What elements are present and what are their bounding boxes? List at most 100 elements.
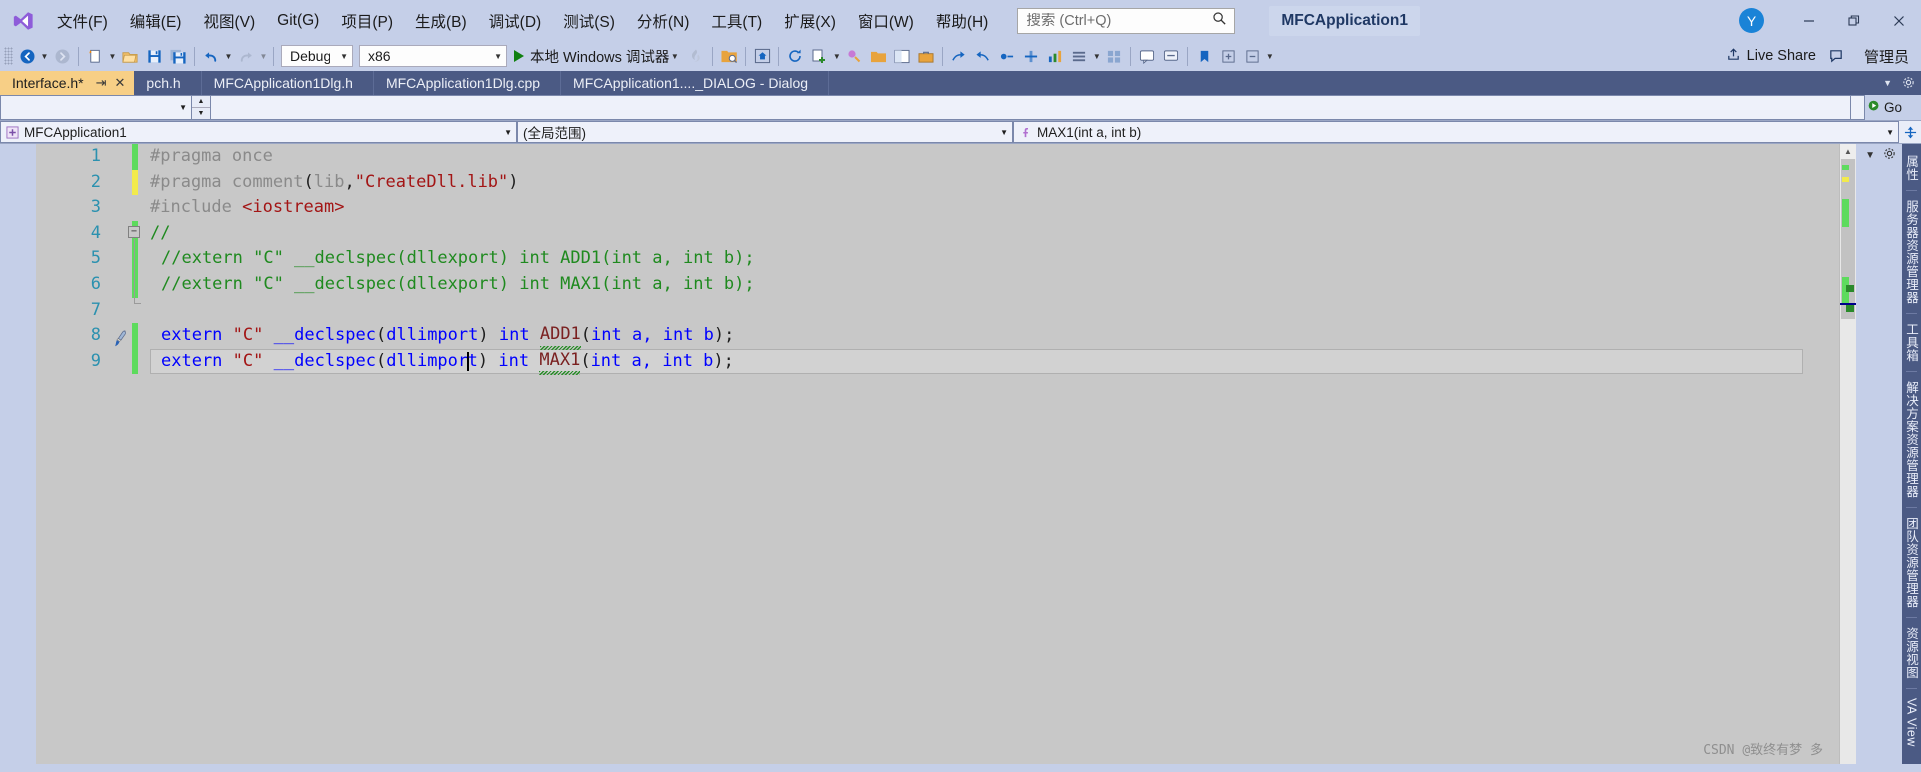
tab-interface-h[interactable]: Interface.h* ⇥ ✕ (0, 71, 135, 95)
new-file-button[interactable] (83, 44, 107, 68)
code-text-area[interactable]: − #pragma once #pragma comment(lib, "Crea… (128, 144, 1839, 764)
hot-reload-button[interactable] (684, 44, 708, 68)
chart-icon[interactable] (1043, 44, 1067, 68)
toolbar-grip[interactable] (4, 47, 13, 65)
rail-item-properties[interactable]: 属性 (1902, 148, 1921, 188)
code-editor[interactable]: 1 2 3 4 5 6 7 8 9 − #pragma once #pragma… (36, 144, 1856, 764)
scope-combo[interactable]: (全局范围) ▼ (517, 121, 1013, 143)
menu-help[interactable]: 帮助(H) (925, 6, 1000, 36)
search-input[interactable] (1026, 12, 1213, 29)
navbar-split-icon[interactable] (1899, 121, 1921, 143)
tab-pch-h[interactable]: pch.h (134, 71, 202, 95)
rail-item-va-view[interactable]: VA View (1905, 691, 1919, 754)
pin-icon[interactable]: ⇥ (92, 75, 111, 91)
redo-caret-icon[interactable]: ▼ (258, 52, 269, 61)
add-item-icon[interactable] (807, 44, 831, 68)
save-all-button[interactable] (166, 44, 190, 68)
tab-mfcapplication1-dialog[interactable]: MFCApplication1...._DIALOG - Dialog (561, 71, 830, 95)
tab-mfcapplication1dlg-cpp[interactable]: MFCApplication1Dlg.cpp (373, 71, 562, 95)
editor-overflow-chevron-icon[interactable]: ▼ (1865, 150, 1875, 161)
search-solution-explorer-button[interactable] (717, 44, 741, 68)
tab-mfcapplication1dlg-h[interactable]: MFCApplication1Dlg.h (201, 71, 374, 95)
tab-list-chevron-icon[interactable]: ▼ (1883, 78, 1892, 88)
list-caret-icon[interactable]: ▼ (1091, 52, 1102, 61)
rail-item-resource-view[interactable]: 资源视图 (1902, 620, 1921, 686)
new-file-caret-icon[interactable]: ▼ (107, 52, 118, 61)
restore-button[interactable] (1831, 0, 1876, 41)
minimize-button[interactable] (1786, 0, 1831, 41)
rail-item-solution-explorer[interactable]: 解决方案资源管理器 (1902, 374, 1921, 505)
menu-edit[interactable]: 编辑(E) (119, 6, 193, 36)
step-icon-4[interactable] (1019, 44, 1043, 68)
editor-settings-gear-icon[interactable] (1883, 147, 1896, 163)
home-view-button[interactable] (750, 44, 774, 68)
menu-git[interactable]: Git(G) (266, 8, 330, 34)
comment-icon[interactable] (1135, 44, 1159, 68)
code-token-arg-b: int b (662, 350, 714, 371)
bookmark-icon[interactable] (1192, 44, 1216, 68)
avatar[interactable]: Y (1739, 8, 1764, 33)
undo-caret-icon[interactable]: ▼ (223, 52, 234, 61)
start-debugging-caret-icon[interactable]: ▼ (669, 52, 680, 61)
menu-file[interactable]: 文件(F) (46, 6, 119, 36)
outlining-margin[interactable]: − (128, 226, 142, 304)
menu-build[interactable]: 生成(B) (404, 6, 478, 36)
list-icon[interactable] (1067, 44, 1091, 68)
start-debugging-button[interactable]: 本地 Windows 调试器 ▼ (510, 44, 684, 68)
close-button[interactable] (1876, 0, 1921, 41)
search-box[interactable] (1017, 7, 1236, 34)
toolbox-icon[interactable] (914, 44, 938, 68)
save-button[interactable] (142, 44, 166, 68)
rail-item-team-explorer[interactable]: 团队资源管理器 (1902, 510, 1921, 615)
va-refactor-brush-icon[interactable] (110, 329, 130, 353)
live-share-button[interactable]: Live Share (1718, 47, 1824, 66)
open-folder-icon[interactable] (866, 44, 890, 68)
solution-configuration-combo[interactable]: Debug ▼ (281, 45, 353, 67)
va-spinner[interactable]: ▲ ▼ (192, 95, 211, 120)
step-icon-3[interactable] (995, 44, 1019, 68)
solution-platform-combo[interactable]: x86 ▼ (359, 45, 507, 67)
menu-extensions[interactable]: 扩展(X) (773, 6, 847, 36)
menu-analyze[interactable]: 分析(N) (626, 6, 701, 36)
menu-view[interactable]: 视图(V) (192, 6, 266, 36)
va-find-input[interactable] (211, 95, 1851, 120)
redo-button[interactable] (234, 44, 258, 68)
open-file-button[interactable] (118, 44, 142, 68)
scrollbar-track[interactable] (1840, 159, 1856, 764)
menu-project[interactable]: 项目(P) (330, 6, 404, 36)
member-combo[interactable]: MAX1(int a, int b) ▼ (1013, 121, 1899, 143)
scroll-up-arrow-icon[interactable]: ▲ (1840, 144, 1856, 159)
menu-tools[interactable]: 工具(T) (700, 6, 773, 36)
spinner-down-icon[interactable]: ▼ (192, 108, 210, 119)
rail-item-server-explorer[interactable]: 服务器资源管理器 (1902, 193, 1921, 311)
class-wizard-icon[interactable] (842, 44, 866, 68)
collapse-icon[interactable] (1240, 44, 1264, 68)
menu-debug[interactable]: 调试(D) (478, 6, 553, 36)
close-icon[interactable]: ✕ (111, 75, 130, 91)
va-go-button[interactable]: Go (1865, 95, 1921, 120)
step-icon-1[interactable] (947, 44, 971, 68)
va-history-combo[interactable]: ▼ (0, 95, 192, 120)
collapse-outline-icon[interactable]: − (128, 226, 140, 238)
properties-window-icon[interactable] (890, 44, 914, 68)
feedback-icon[interactable] (1824, 44, 1848, 68)
navigate-backward-caret-icon[interactable]: ▼ (39, 52, 50, 61)
spinner-up-icon[interactable]: ▲ (192, 96, 210, 108)
va-find-dropdown[interactable]: ▼ (1851, 95, 1873, 120)
expand-icon[interactable] (1216, 44, 1240, 68)
step-icon-2[interactable] (971, 44, 995, 68)
editor-vertical-scrollbar[interactable]: ▲ (1839, 144, 1856, 764)
rail-item-toolbox[interactable]: 工具箱 (1902, 316, 1921, 369)
menu-window[interactable]: 窗口(W) (847, 6, 925, 36)
uncomment-icon[interactable] (1159, 44, 1183, 68)
tab-settings-gear-icon[interactable] (1902, 76, 1915, 91)
project-combo[interactable]: MFCApplication1 ▼ (0, 121, 517, 143)
navigate-forward-button[interactable] (50, 44, 74, 68)
refresh-icon[interactable] (783, 44, 807, 68)
grid-icon[interactable] (1102, 44, 1126, 68)
toolbar-overflow-icon[interactable]: ▼ (1264, 52, 1275, 61)
add-item-caret-icon[interactable]: ▼ (831, 52, 842, 61)
menu-test[interactable]: 测试(S) (552, 6, 626, 36)
undo-button[interactable] (199, 44, 223, 68)
navigate-backward-button[interactable] (15, 44, 39, 68)
